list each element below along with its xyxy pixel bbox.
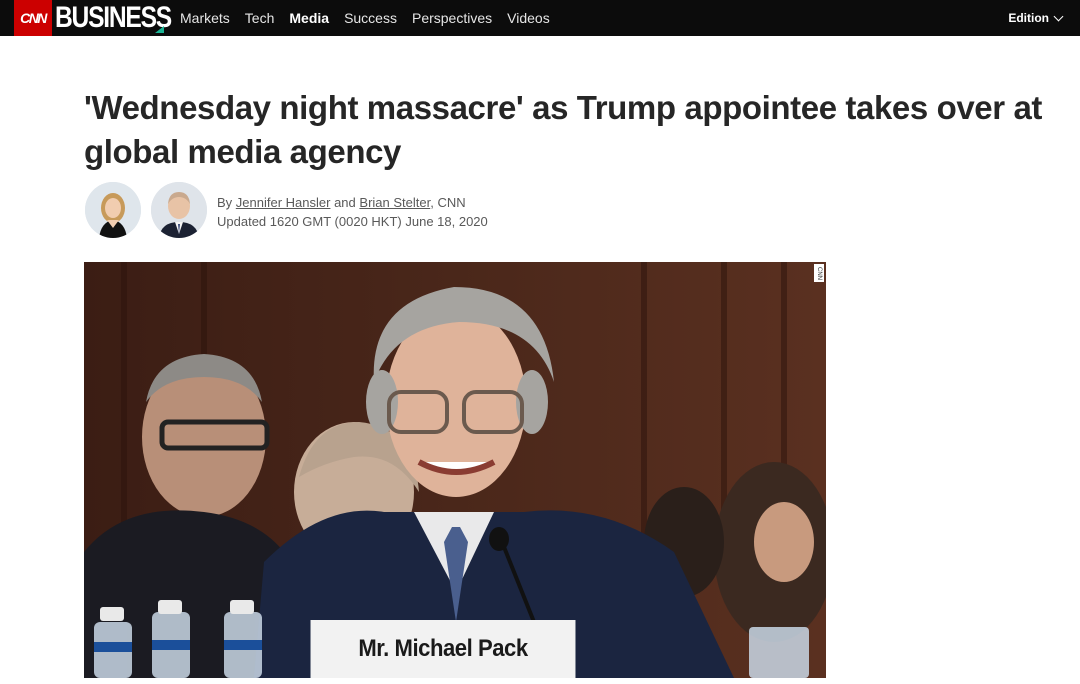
byline: By Jennifer Hansler and Brian Stelter, C… [217, 193, 488, 231]
byline-and: and [334, 195, 356, 210]
business-logo[interactable]: BUSINESS [55, 0, 172, 36]
nav-link-videos[interactable]: Videos [507, 10, 550, 26]
nav-links: Markets Tech Media Success Perspectives … [180, 0, 565, 36]
byline-authors: By Jennifer Hansler and Brian Stelter, C… [217, 193, 488, 212]
nav-link-markets[interactable]: Markets [180, 10, 230, 26]
nav-link-perspectives[interactable]: Perspectives [412, 10, 492, 26]
article-headline: 'Wednesday night massacre' as Trump appo… [84, 89, 1043, 170]
nav-link-media[interactable]: Media [289, 10, 329, 26]
nav-link-success[interactable]: Success [344, 10, 397, 26]
hero-image[interactable]: CNN Mr. Michael Pack [84, 262, 826, 678]
nameplate-label: Mr. Michael Pack [310, 620, 576, 678]
byline-source: , CNN [430, 195, 466, 210]
top-nav: CNN BUSINESS Markets Tech Media Success … [0, 0, 1080, 36]
edition-selector[interactable]: Edition [1008, 0, 1064, 36]
byline-prefix: By [217, 195, 233, 210]
author-avatar-jennifer-hansler[interactable] [85, 182, 141, 238]
cnn-logo[interactable]: CNN [14, 0, 52, 36]
author-avatar-brian-stelter[interactable] [151, 182, 207, 238]
nav-link-tech[interactable]: Tech [245, 10, 275, 26]
edition-label: Edition [1008, 11, 1049, 25]
logo-accent-triangle [155, 26, 164, 33]
author-link-brian-stelter[interactable]: Brian Stelter [359, 195, 430, 210]
chevron-down-icon [1053, 11, 1064, 21]
author-link-jennifer-hansler[interactable]: Jennifer Hansler [236, 195, 331, 210]
updated-timestamp: Updated 1620 GMT (0020 HKT) June 18, 202… [217, 214, 488, 229]
watermark-badge: CNN [814, 264, 824, 282]
